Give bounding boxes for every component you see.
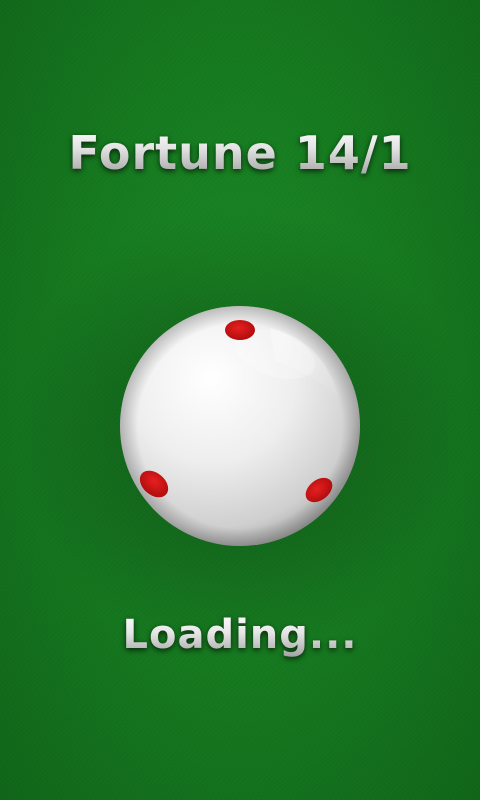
loading-status: Loading... — [0, 612, 480, 658]
cue-ball-icon — [120, 306, 360, 546]
splash-screen: Fortune 14/1 Loading... — [0, 0, 480, 800]
game-title: Fortune 14/1 — [0, 126, 480, 180]
ball-spot-top — [225, 320, 255, 340]
